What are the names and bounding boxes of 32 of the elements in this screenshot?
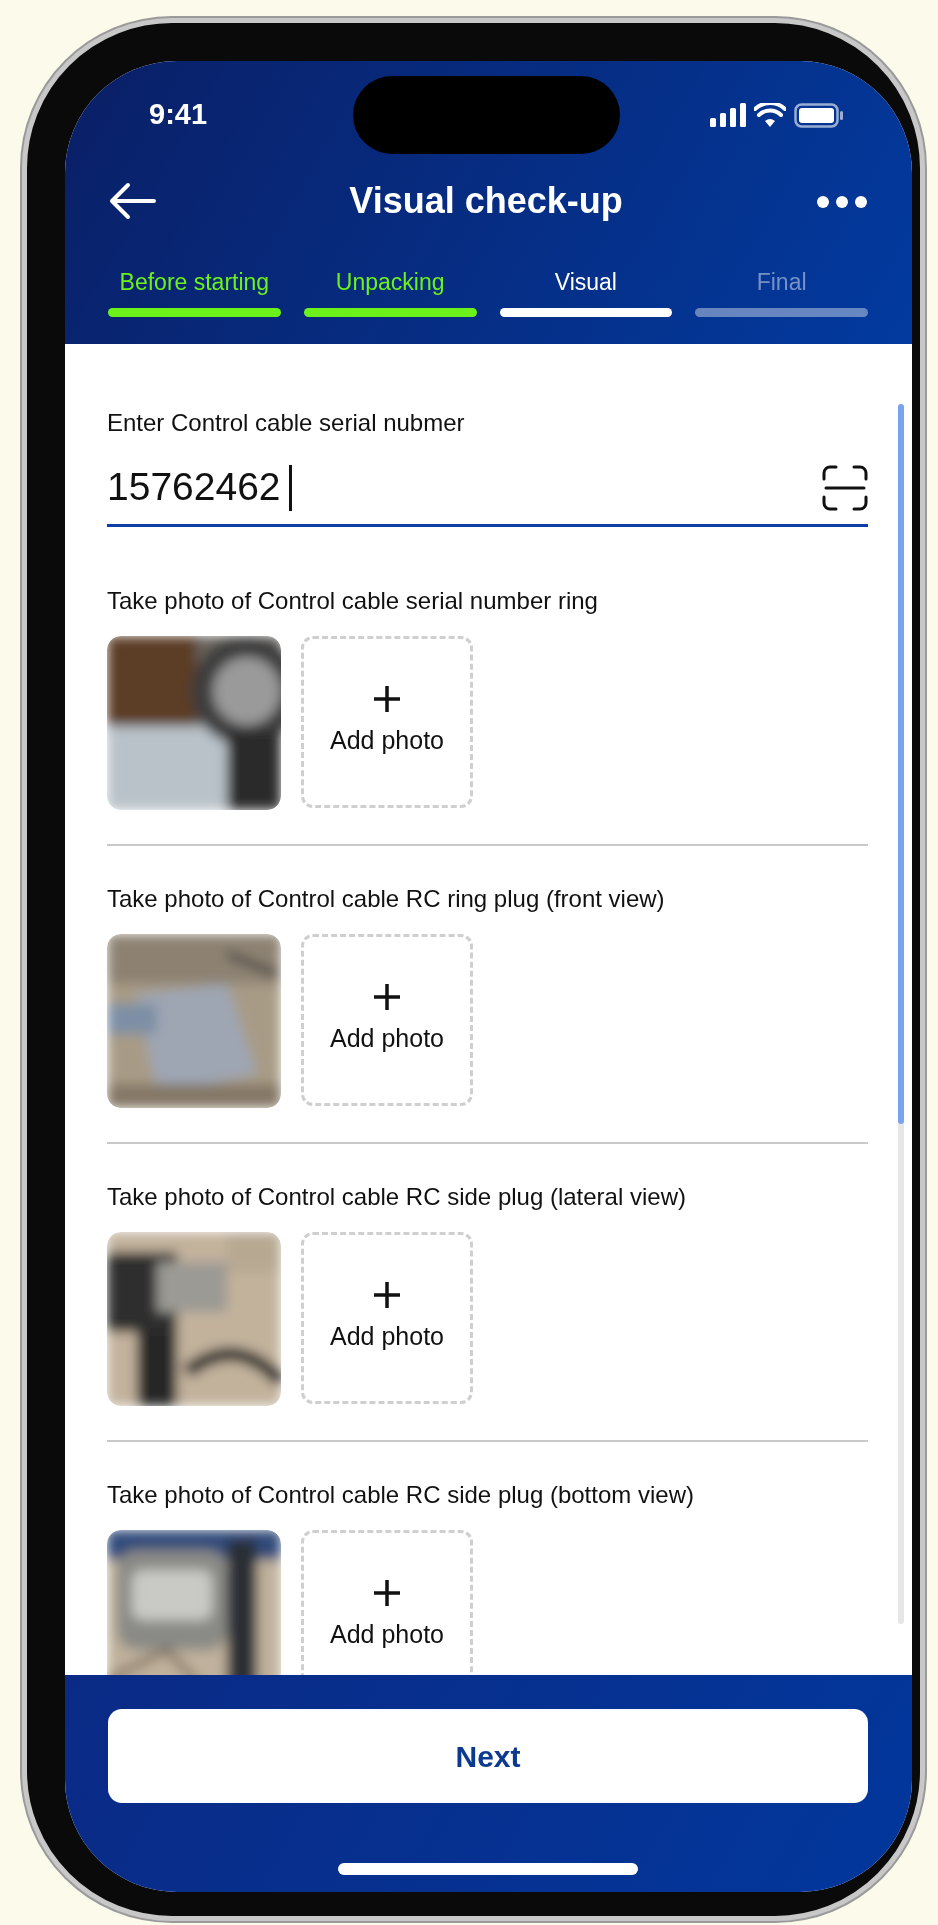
photo-instruction: Take photo of Control cable RC side plug (bottom view)	[107, 1480, 695, 1510]
next-button[interactable]: Next	[108, 1709, 868, 1803]
plus-icon	[372, 1578, 402, 1609]
signal-icon	[710, 103, 746, 127]
plus-icon	[372, 982, 402, 1013]
screen-title: Visual check-up	[349, 179, 623, 223]
progress-step[interactable]: Visual	[499, 265, 673, 317]
more-dots-icon	[816, 194, 868, 209]
wifi-icon	[754, 103, 786, 127]
photo-instruction: Take photo of Control cable serial number ring	[107, 586, 599, 616]
serial-number-field[interactable]: 15762462	[107, 441, 868, 527]
battery-icon	[794, 102, 844, 128]
scan-button[interactable]	[822, 464, 868, 511]
back-arrow-icon	[108, 181, 156, 221]
scan-icon	[822, 464, 868, 511]
add-photo-button[interactable]: Add photo	[301, 1530, 473, 1675]
add-photo-button[interactable]: Add photo	[301, 636, 473, 808]
serial-number-value: 15762462	[107, 464, 281, 511]
text-cursor	[288, 464, 292, 511]
photo-instruction: Take photo of Control cable RC side plug (lateral view)	[107, 1182, 687, 1212]
back-button[interactable]	[108, 181, 156, 221]
scrollbar-thumb[interactable]	[898, 404, 904, 1124]
plus-icon	[372, 684, 402, 715]
add-photo-button[interactable]: Add photo	[301, 1232, 473, 1404]
add-photo-button[interactable]: Add photo	[301, 934, 473, 1106]
photo-instruction: Take photo of Control cable RC ring plug (front view)	[107, 884, 666, 914]
plus-icon	[372, 1280, 402, 1311]
clock-time: 9:41	[148, 97, 208, 133]
progress-step[interactable]: Unpacking	[303, 265, 477, 317]
field-label: Enter Control cable serial nubmer	[107, 408, 466, 438]
progress-step[interactable]: Before starting	[108, 265, 281, 317]
scrollbar[interactable]	[898, 404, 904, 1624]
